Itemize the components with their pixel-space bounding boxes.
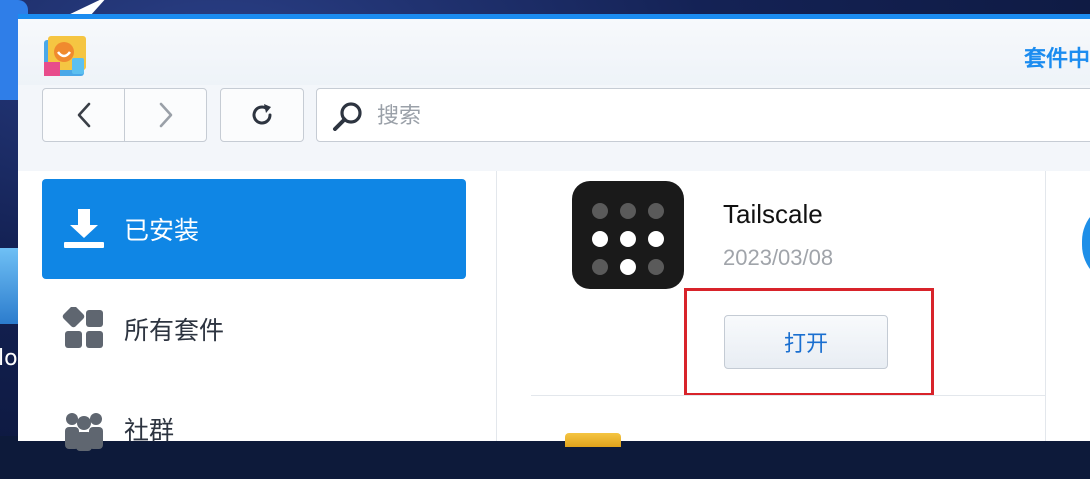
package-center-window: 套件中 搜索 已安装 所有套件 社群 Tailscale 2023/03/08 … [18,14,1090,451]
refresh-button[interactable] [220,88,304,142]
package-name[interactable]: Tailscale [723,199,823,230]
window-title: 套件中 [1023,47,1090,72]
grid-icon [60,305,108,353]
package-center-logo-icon [44,36,86,76]
window-titlebar[interactable]: 套件中 [18,19,1090,85]
search-input[interactable] [375,89,1079,143]
sidebar-item-installed[interactable]: 已安装 [42,179,466,279]
row-divider [531,395,1045,396]
back-button[interactable] [43,89,124,141]
package-icon-partial[interactable] [565,433,621,447]
sidebar-item-all-packages[interactable]: 所有套件 [42,279,466,379]
search-box[interactable] [316,88,1090,143]
community-icon [60,405,108,453]
sidebar-item-community[interactable]: 社群 [42,379,466,479]
sidebar-item-label: 所有套件 [124,316,225,345]
sidebar: 已安装 所有套件 社群 [18,171,497,451]
sidebar-item-label: 已安装 [124,216,200,245]
next-package-icon[interactable] [1082,201,1090,285]
sidebar-item-label: 社群 [124,416,175,445]
download-icon [60,205,108,253]
navigation-group [42,88,207,142]
package-date: 2023/03/08 [723,245,834,270]
package-list: Tailscale 2023/03/08 打开 [497,171,1090,447]
refresh-icon [252,104,272,125]
chevron-left-icon [77,102,90,128]
tailscale-icon[interactable] [572,181,684,289]
chevron-right-icon [159,102,172,128]
column-divider [1045,171,1046,441]
desktop-icon-label: lo [0,346,18,371]
open-button[interactable]: 打开 [724,315,888,369]
forward-button[interactable] [124,89,206,141]
toolbar [18,85,1090,171]
search-icon [333,102,362,131]
